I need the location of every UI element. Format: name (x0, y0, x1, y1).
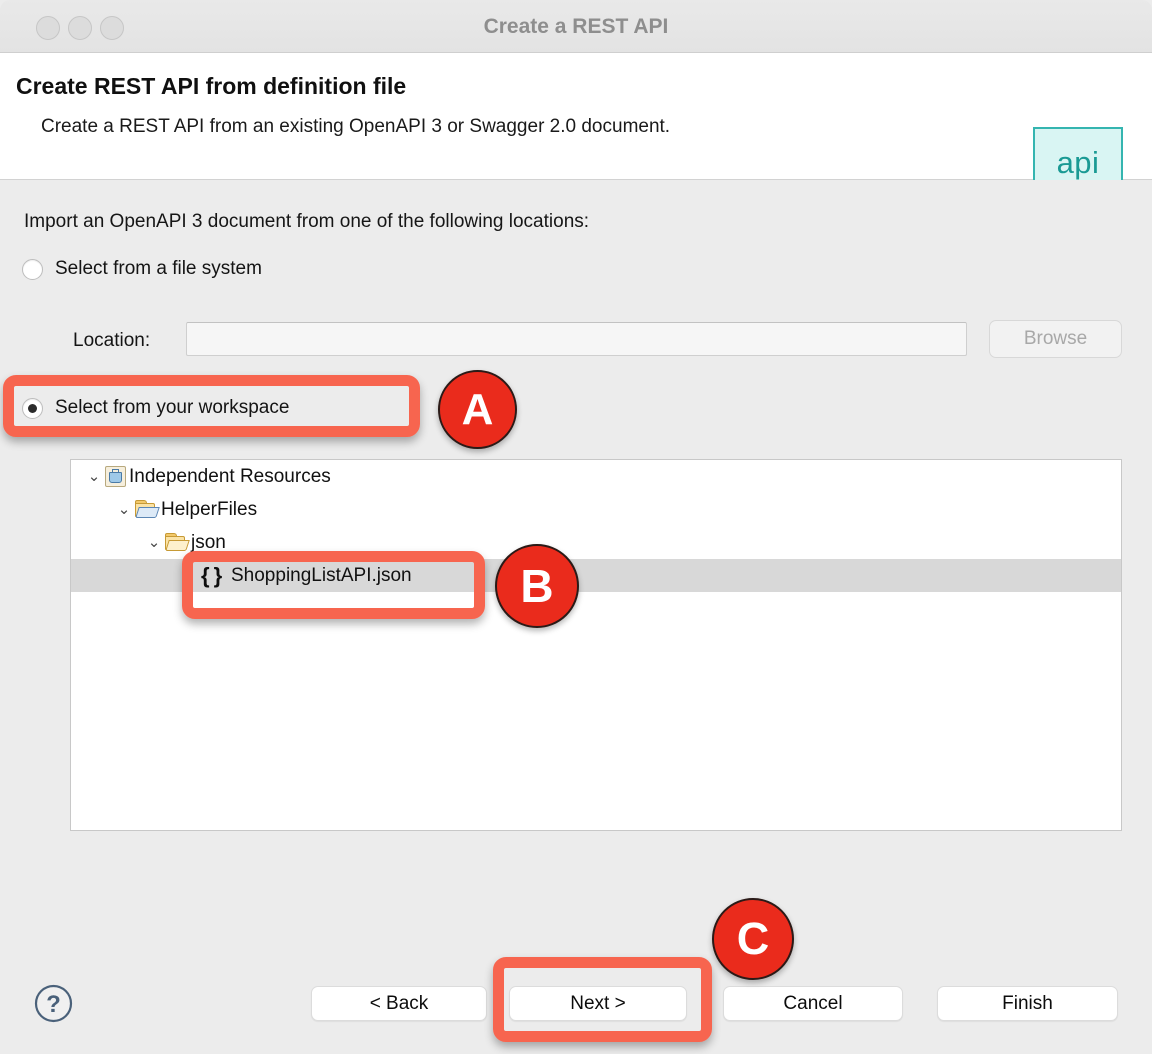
location-input[interactable] (186, 322, 967, 356)
tree-item-label: Independent Resources (129, 466, 331, 488)
radio-label: Select from a file system (55, 258, 262, 280)
annotation-marker-c: C (712, 898, 794, 980)
next-button[interactable]: Next > (509, 986, 687, 1021)
browse-button[interactable]: Browse (989, 320, 1122, 358)
radio-indicator[interactable] (22, 259, 43, 280)
tree-item-independent-resources[interactable]: ⌄ Independent Resources (71, 460, 1121, 493)
svg-text:?: ? (46, 991, 61, 1018)
window-titlebar: Create a REST API (0, 0, 1152, 53)
tree-item-helperfiles[interactable]: ⌄ HelperFiles (71, 493, 1121, 526)
chevron-down-icon[interactable]: ⌄ (83, 469, 105, 484)
dialog-header: Create REST API from definition file Cre… (0, 53, 1152, 180)
finish-button[interactable]: Finish (937, 986, 1118, 1021)
chevron-down-icon[interactable]: ⌄ (143, 535, 165, 550)
help-question-icon[interactable]: ? (33, 983, 74, 1024)
radio-label: Select from your workspace (55, 397, 289, 419)
radio-select-from-workspace[interactable]: Select from your workspace (22, 397, 289, 419)
tree-item-label: HelperFiles (161, 499, 257, 521)
create-rest-api-dialog: Create a REST API Create REST API from d… (0, 0, 1152, 1054)
project-icon (105, 466, 126, 487)
window-title: Create a REST API (0, 0, 1152, 53)
annotation-marker-b: B (495, 544, 579, 628)
tree-item-json-folder[interactable]: ⌄ json (71, 526, 1121, 559)
cancel-button[interactable]: Cancel (723, 986, 903, 1021)
workspace-tree[interactable]: ⌄ Independent Resources ⌄ HelperFiles ⌄ … (70, 459, 1122, 831)
tree-item-label: json (191, 532, 226, 554)
radio-indicator[interactable] (22, 398, 43, 419)
tree-item-shoppinglistapi-json[interactable]: { } ShoppingListAPI.json (71, 559, 1121, 592)
location-label: Location: (73, 330, 150, 352)
json-file-icon: { } (201, 563, 231, 589)
folder-open-icon (135, 500, 158, 519)
instruction-text: Import an OpenAPI 3 document from one of… (24, 211, 589, 233)
back-button[interactable]: < Back (311, 986, 487, 1021)
tree-item-label: ShoppingListAPI.json (231, 565, 412, 587)
radio-select-from-file-system[interactable]: Select from a file system (22, 258, 262, 280)
radio-selected-dot (28, 404, 37, 413)
annotation-marker-a: A (438, 370, 517, 449)
page-subtitle: Create a REST API from an existing OpenA… (41, 116, 670, 138)
chevron-down-icon[interactable]: ⌄ (113, 502, 135, 517)
folder-open-icon (165, 533, 188, 552)
page-title: Create REST API from definition file (16, 73, 406, 100)
